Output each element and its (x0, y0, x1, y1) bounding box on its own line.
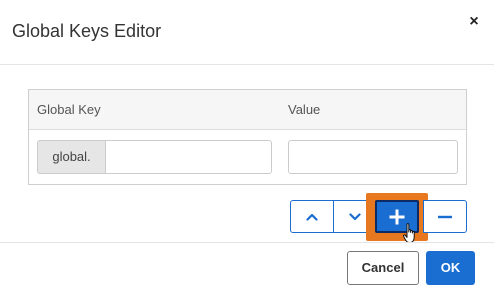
column-header-value: Value (288, 102, 321, 117)
cancel-button[interactable]: Cancel (347, 251, 419, 285)
ok-button[interactable]: OK (426, 251, 475, 285)
remove-row-button[interactable] (423, 200, 467, 233)
global-key-input[interactable] (105, 140, 272, 174)
minus-icon (438, 215, 452, 218)
global-keys-table: Global Key Value global. (28, 89, 467, 185)
column-header-global-key: Global Key (37, 102, 101, 117)
footer-divider (0, 242, 494, 243)
chevron-down-icon (349, 212, 361, 220)
table-header: Global Key Value (29, 90, 466, 130)
chevron-up-icon (306, 213, 318, 221)
close-icon[interactable]: × (465, 12, 483, 32)
global-key-prefix: global. (37, 140, 105, 174)
value-input[interactable] (288, 140, 458, 174)
global-keys-editor-dialog: Global Keys Editor × Global Key Value gl… (0, 0, 494, 291)
dialog-title: Global Keys Editor (12, 21, 162, 41)
dialog-header: Global Keys Editor × (0, 0, 494, 65)
move-up-button[interactable] (290, 200, 334, 233)
